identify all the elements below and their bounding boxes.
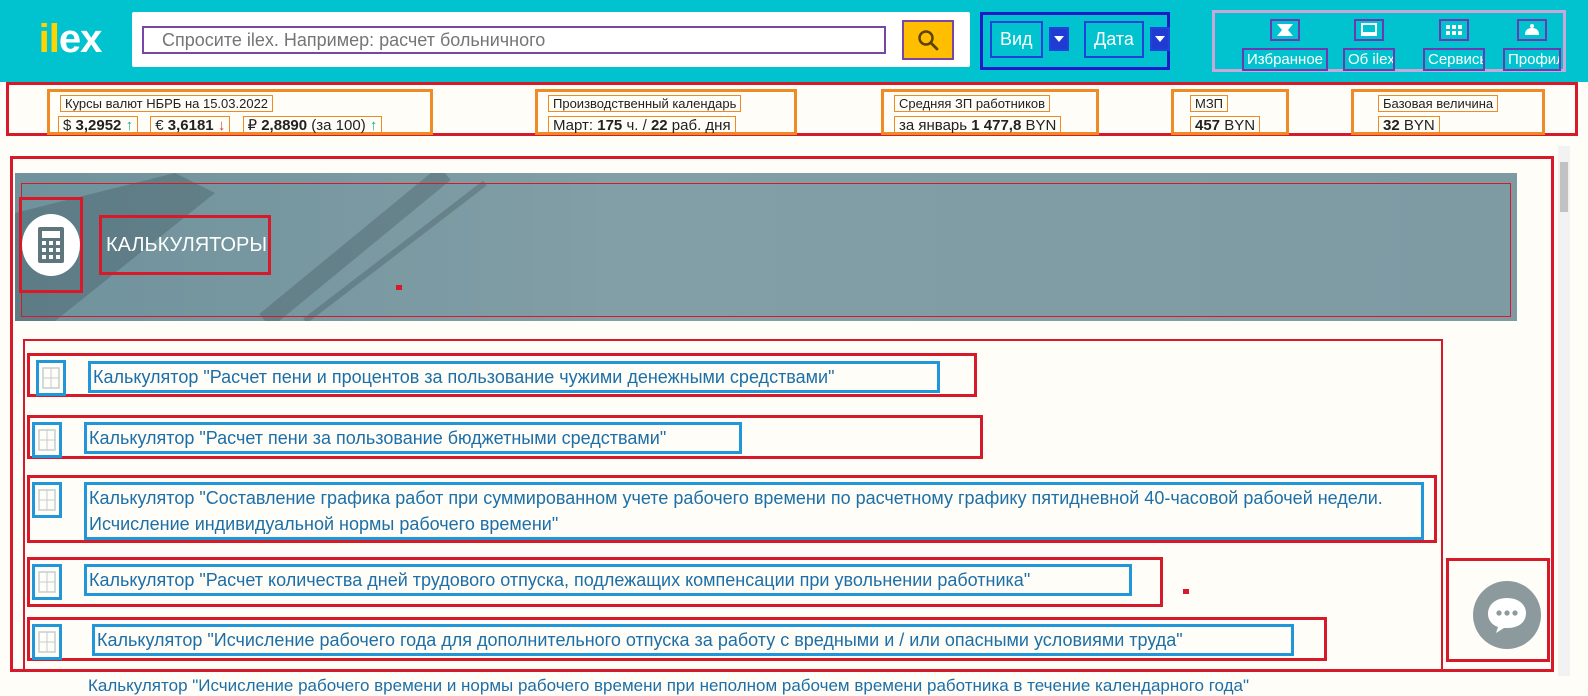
calculator-mini-icon: [32, 624, 62, 660]
chat-bubble-icon: [1488, 598, 1526, 633]
currency-values: $ 3,2952 ↑ € 3,6181 ↓ ₽ 2,8890 (за 100) …: [58, 116, 383, 135]
chat-button[interactable]: [1473, 581, 1541, 649]
nav-favorites-label: Избранное: [1241, 48, 1329, 71]
chevron-down-icon[interactable]: [1149, 27, 1170, 51]
calculator-mini-icon: [32, 482, 62, 518]
calculator-link[interactable]: Калькулятор "Исчисление рабочего года дл…: [92, 624, 1294, 656]
logo[interactable]: ilex: [22, 12, 118, 67]
top-header: ilex Вид Дата Избранное Об ilex: [0, 0, 1588, 82]
salary-value: за январь 1 477,8 BYN: [894, 116, 1062, 135]
book-icon: [1354, 19, 1384, 41]
mzp-caption: МЗП: [1190, 95, 1229, 112]
search-bar: [132, 12, 970, 67]
search-button[interactable]: [902, 20, 954, 60]
filter-date-label: Дата: [1084, 20, 1144, 58]
calculator-icon: [22, 214, 80, 276]
profile-icon: [1517, 19, 1547, 41]
chevron-down-icon[interactable]: [1048, 27, 1069, 51]
star-icon: [1270, 19, 1300, 41]
usd-rate: $ 3,2952 ↑: [58, 116, 139, 135]
base-value[interactable]: Базовая величина 32 BYN: [1351, 89, 1545, 135]
filter-type[interactable]: Вид: [990, 14, 1069, 64]
calculator-mini-icon: [32, 422, 62, 458]
list-item[interactable]: Калькулятор "Расчет количества дней труд…: [27, 557, 1163, 607]
nav-profile[interactable]: Профиль: [1501, 13, 1563, 75]
nav-profile-label: Профиль: [1503, 48, 1561, 71]
calculator-mini-icon: [32, 564, 62, 600]
marker-dot: [396, 285, 402, 290]
base-caption: Базовая величина: [1378, 95, 1499, 112]
logo-text: ilex: [38, 17, 103, 61]
calendar-value: Март: 175 ч. / 22 раб. дня: [548, 116, 736, 135]
calculator-link[interactable]: Калькулятор "Расчет пени за пользование …: [84, 422, 742, 454]
calculator-mini-icon: [36, 360, 66, 396]
salary-caption: Средняя ЗП работников: [894, 95, 1051, 112]
list-item[interactable]: Калькулятор "Составление графика работ п…: [27, 475, 1437, 543]
filter-type-label: Вид: [990, 20, 1043, 58]
currency-rates[interactable]: Курсы валют НБРБ на 15.03.2022 $ 3,2952 …: [47, 89, 433, 135]
production-calendar[interactable]: Производственный календарь Март: 175 ч. …: [535, 89, 797, 135]
list-item[interactable]: Калькулятор "Расчет пени за пользование …: [27, 415, 983, 459]
marker-dot: [1183, 589, 1189, 594]
list-item[interactable]: Калькулятор "Расчет пени и процентов за …: [27, 353, 977, 397]
calculator-link[interactable]: Калькулятор "Расчет пени и процентов за …: [88, 361, 940, 393]
nav-services-label: Сервисы: [1423, 48, 1485, 71]
user-nav: Избранное Об ilex Сервисы Профиль: [1212, 10, 1566, 72]
calculator-link[interactable]: Калькулятор "Расчет количества дней труд…: [84, 564, 1132, 596]
scrollbar-thumb[interactable]: [1560, 162, 1568, 212]
indicators-strip: Курсы валют НБРБ на 15.03.2022 $ 3,2952 …: [6, 82, 1578, 136]
chat-widget: [1446, 558, 1550, 662]
average-salary[interactable]: Средняя ЗП работников за январь 1 477,8 …: [881, 89, 1099, 135]
nav-services[interactable]: Сервисы: [1421, 13, 1487, 75]
minimum-wage[interactable]: МЗП 457 BYN: [1171, 89, 1289, 135]
mzp-value: 457 BYN: [1190, 116, 1261, 135]
nav-favorites[interactable]: Избранное: [1235, 13, 1335, 75]
section-title: КАЛЬКУЛЯТОРЫ: [99, 215, 271, 275]
main-content: КАЛЬКУЛЯТОРЫ Калькулятор "Расчет пени и …: [10, 156, 1554, 672]
rub-rate: ₽ 2,8890 (за 100) ↑: [242, 116, 383, 135]
filter-date[interactable]: Дата: [1084, 14, 1170, 64]
list-item[interactable]: Калькулятор "Исчисление рабочего года дл…: [27, 617, 1327, 661]
base-value-amount: 32 BYN: [1378, 116, 1440, 135]
calculators-list: Калькулятор "Расчет пени и процентов за …: [23, 339, 1443, 669]
section-banner: КАЛЬКУЛЯТОРЫ: [15, 173, 1517, 321]
currency-caption: Курсы валют НБРБ на 15.03.2022: [60, 95, 274, 112]
partial-list-item[interactable]: Калькулятор "Исчисление рабочего времени…: [88, 676, 1249, 696]
calendar-caption: Производственный календарь: [548, 95, 742, 112]
search-icon: [918, 30, 939, 51]
calculator-icon-wrap: [19, 197, 83, 293]
page-scrollbar[interactable]: [1558, 146, 1570, 676]
calculator-link[interactable]: Калькулятор "Составление графика работ п…: [84, 482, 1424, 540]
eur-rate: € 3,6181 ↓: [150, 116, 231, 135]
nav-about[interactable]: Об ilex: [1341, 13, 1397, 75]
search-input[interactable]: [142, 26, 886, 54]
grid-icon: [1439, 19, 1469, 41]
nav-about-label: Об ilex: [1343, 48, 1395, 71]
